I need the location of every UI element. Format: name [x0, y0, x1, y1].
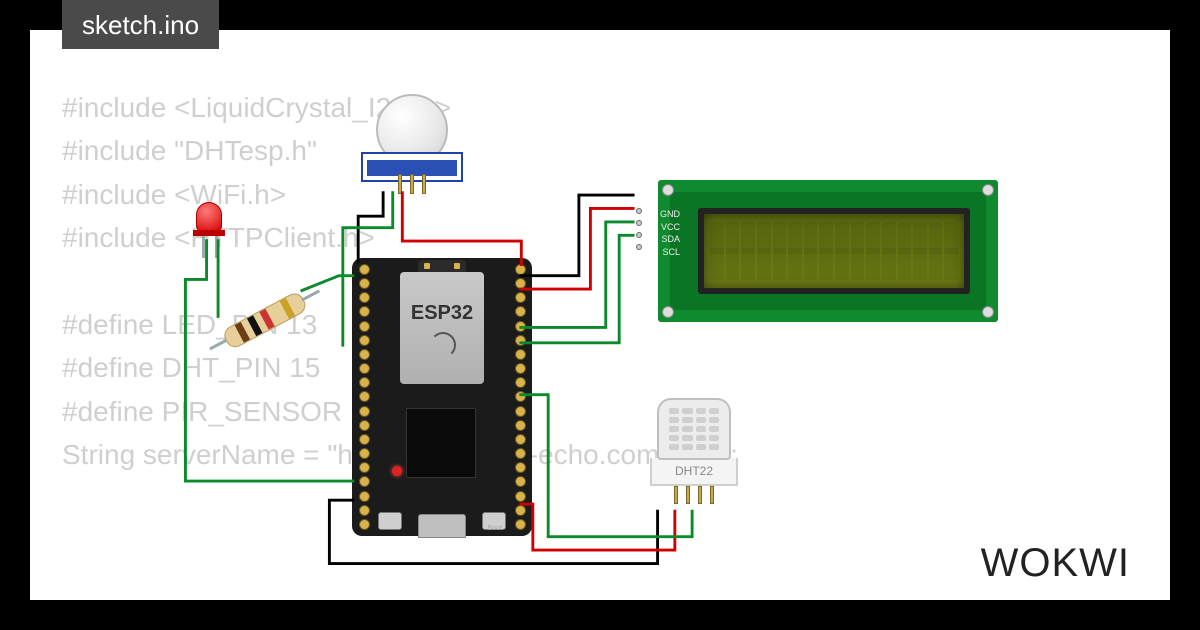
resistor-component[interactable]	[221, 290, 309, 351]
circuit-diagram: + D −	[30, 30, 1170, 600]
led-bulb-icon	[196, 202, 222, 232]
wokwi-logo-text: WOKWI	[981, 541, 1130, 585]
esp32-chip-icon	[406, 408, 476, 478]
esp32-shield: ESP32	[400, 272, 484, 384]
screw-icon	[662, 306, 674, 318]
espressif-logo-icon	[430, 332, 456, 358]
screw-icon	[982, 306, 994, 318]
lcd-pin-headers	[636, 202, 642, 256]
screw-icon	[662, 184, 674, 196]
esp32-label: ESP32	[400, 302, 484, 325]
lcd-screen	[698, 208, 970, 294]
usb-port-icon	[418, 514, 466, 538]
editor-canvas: #include <LiquidCrystal_I2C.h> #include …	[30, 30, 1170, 600]
antenna-icon	[418, 260, 466, 272]
resistor-body	[221, 290, 309, 351]
boot-label: Boot	[488, 525, 502, 532]
en-button[interactable]	[378, 512, 402, 530]
dht22-grill-icon	[657, 398, 731, 460]
screw-icon	[982, 184, 994, 196]
lcd-pin-labels: GNDVCCSDASCL	[650, 208, 680, 258]
esp32-pins-right	[512, 264, 528, 530]
wokwi-logo: WOKWI	[981, 541, 1130, 586]
dht22-sensor[interactable]: DHT22	[650, 398, 738, 508]
esp32-pins-left	[356, 264, 372, 530]
dht22-leads	[650, 486, 738, 504]
dht22-label: DHT22	[650, 458, 738, 486]
wires-layer	[30, 30, 1170, 600]
pir-sensor[interactable]: + D −	[358, 94, 466, 174]
led-component[interactable]	[196, 202, 224, 248]
power-led-icon	[392, 466, 402, 476]
esp32-board[interactable]: ESP32 Boot	[352, 258, 532, 536]
pir-leads	[398, 174, 426, 194]
lcd-display[interactable]: GNDVCCSDASCL	[658, 180, 998, 322]
file-tab[interactable]: sketch.ino	[62, 0, 219, 49]
file-tab-label: sketch.ino	[82, 10, 199, 40]
